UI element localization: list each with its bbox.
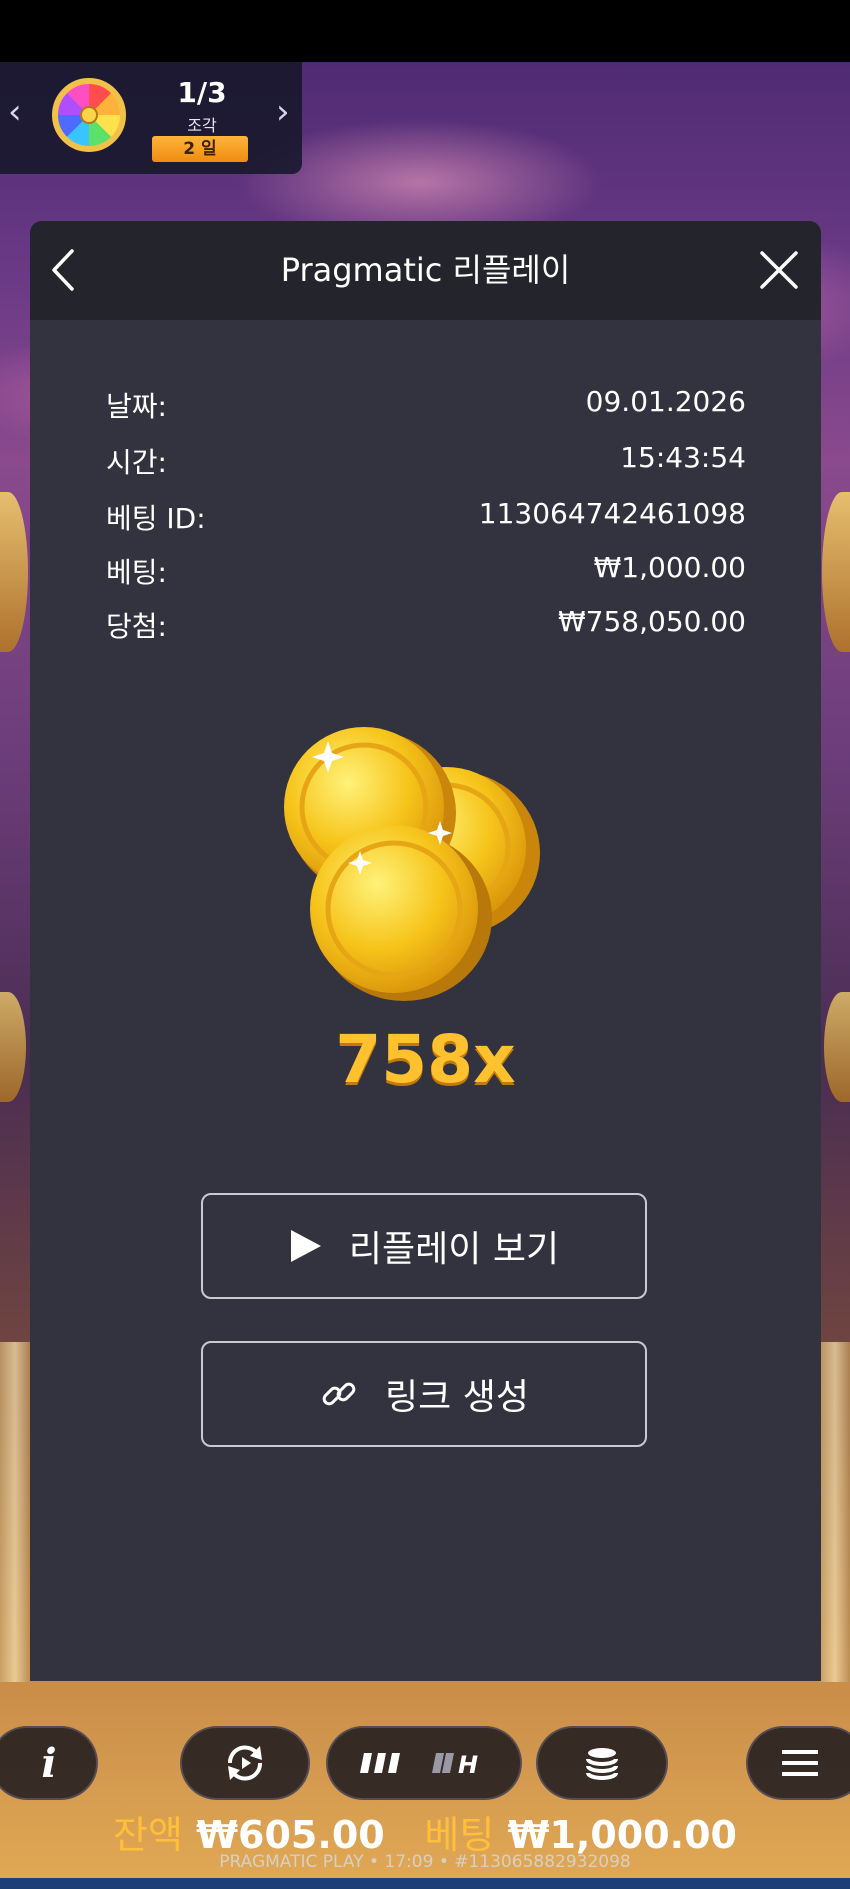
info-value: ₩758,050.00: [557, 605, 746, 638]
prize-wheel-icon[interactable]: [52, 78, 126, 152]
bet-value: ₩1,000.00: [507, 1813, 737, 1857]
info-label: 당첨:: [106, 610, 167, 643]
info-value: 15:43:54: [620, 441, 746, 474]
autoplay-button[interactable]: [180, 1726, 310, 1800]
right-pillar: [820, 1342, 850, 1682]
info-value: 09.01.2026: [585, 385, 746, 418]
left-wing-decoration-lower: [0, 992, 26, 1102]
left-wing-decoration: [0, 492, 28, 652]
info-button[interactable]: i: [0, 1726, 98, 1800]
close-icon[interactable]: [756, 247, 802, 293]
modal-header: Pragmatic 리플레이: [30, 221, 821, 320]
chevron-right-icon[interactable]: ›: [276, 92, 290, 132]
gold-coins-icon: [284, 727, 540, 1001]
win-multiplier: 758x: [335, 1021, 516, 1098]
autoplay-icon: [227, 1745, 263, 1781]
info-value: 113064742461098: [478, 497, 746, 530]
svg-text:H: H: [458, 1751, 478, 1777]
status-bar: [0, 0, 850, 62]
watch-replay-label: 리플레이 보기: [348, 1229, 560, 1270]
coin-stack-icon: [586, 1748, 618, 1780]
balance-label: 잔액: [112, 1813, 183, 1857]
event-days-badge: 2 일: [152, 136, 248, 162]
info-icon: i: [41, 1739, 57, 1787]
replay-modal: Pragmatic 리플레이 날짜: 09.01.2026 시간: 15:43:…: [30, 221, 821, 1681]
bet-label: 베팅: [424, 1813, 495, 1857]
info-row-date: 날짜: 09.01.2026: [106, 385, 746, 425]
bet-amount-button[interactable]: [536, 1726, 668, 1800]
balance-bet-line: 잔액 ₩605.00 베팅 ₩1,000.00: [0, 1804, 850, 1859]
info-label: 시간:: [106, 446, 167, 479]
info-label: 베팅:: [106, 556, 167, 589]
menu-icon: [782, 1750, 818, 1776]
info-label: 베팅 ID:: [106, 502, 206, 535]
modal-title: Pragmatic 리플레이: [280, 251, 571, 289]
info-row-bet-id: 베팅 ID: 113064742461098: [106, 497, 746, 537]
link-icon: [322, 1382, 356, 1406]
game-footer-info: PRAGMATIC PLAY • 17:09 • #11306588293209…: [219, 1852, 631, 1872]
create-link-button[interactable]: 링크 생성: [201, 1341, 647, 1447]
event-label: 조각: [187, 116, 217, 135]
turbo-icon: [360, 1753, 400, 1773]
event-count: 1/3: [177, 76, 227, 109]
navigation-strip: [0, 1878, 850, 1889]
back-arrow-icon[interactable]: [44, 245, 84, 295]
info-row-win: 당첨: ₩758,050.00: [106, 605, 746, 645]
play-icon: [290, 1230, 321, 1262]
right-wing-decoration: [822, 492, 850, 652]
watch-replay-button[interactable]: 리플레이 보기: [201, 1193, 647, 1299]
turbo-spin-toggle[interactable]: H: [326, 1726, 522, 1800]
balance-value: ₩605.00: [196, 1813, 385, 1857]
menu-button[interactable]: [746, 1726, 850, 1800]
info-label: 날짜:: [106, 390, 167, 423]
left-pillar: [0, 1342, 30, 1682]
event-widget[interactable]: ‹ 1/3 조각 2 일 ›: [0, 62, 302, 174]
create-link-label: 링크 생성: [385, 1377, 529, 1418]
quick-spin-icon: H: [432, 1751, 478, 1777]
info-row-time: 시간: 15:43:54: [106, 441, 746, 481]
info-row-bet: 베팅: ₩1,000.00: [106, 551, 746, 591]
chevron-left-icon[interactable]: ‹: [8, 92, 22, 132]
info-value: ₩1,000.00: [593, 551, 746, 584]
right-wing-decoration-lower: [824, 992, 850, 1102]
